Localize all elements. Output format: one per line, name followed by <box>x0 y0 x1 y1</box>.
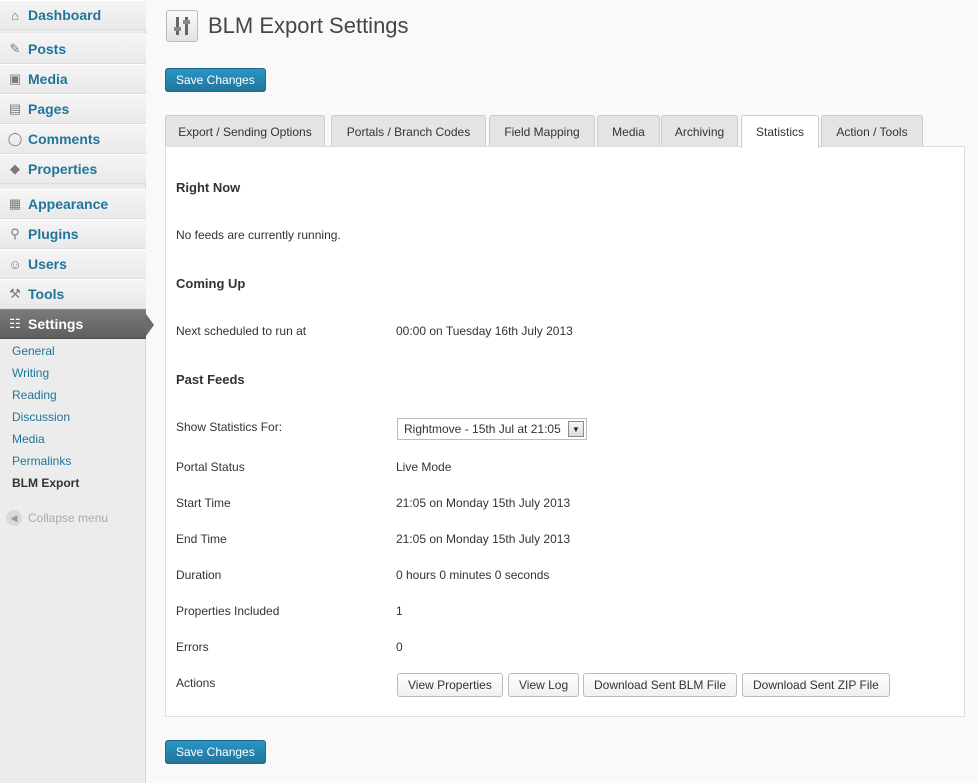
actions-label: Actions <box>176 676 216 690</box>
page-title: BLM Export Settings <box>208 13 409 38</box>
duration-label: Duration <box>176 568 222 582</box>
menu-tools[interactable]: ⚒ Tools <box>0 279 146 309</box>
errors-label: Errors <box>176 640 209 654</box>
menu-label: Comments <box>28 131 101 147</box>
properties-icon: ◆ <box>10 161 20 176</box>
properties-included-value: 1 <box>396 604 403 618</box>
menu-posts[interactable]: ✎ Posts <box>0 34 146 64</box>
tab-statistics[interactable]: Statistics <box>741 115 819 148</box>
tab-archiving[interactable]: Archiving <box>661 115 738 147</box>
statistics-panel: Right Now No feeds are currently running… <box>165 146 965 717</box>
menu-label: Settings <box>28 316 84 332</box>
submenu-discussion[interactable]: Discussion <box>0 406 146 428</box>
submenu-media[interactable]: Media <box>0 428 146 450</box>
main-content: BLM Export Settings Save Changes Export … <box>146 0 977 783</box>
tools-icon: ⚒ <box>9 286 21 301</box>
menu-dashboard[interactable]: ⌂ Dashboard <box>0 0 146 30</box>
submenu-blm-export[interactable]: BLM Export <box>0 472 146 494</box>
download-blm-file-button[interactable]: Download Sent BLM File <box>583 673 738 697</box>
right-now-heading: Right Now <box>176 180 241 195</box>
statistics-feed-select[interactable]: Rightmove - 15th Jul at 21:05 ▼ <box>397 418 587 440</box>
menu-users[interactable]: ☺ Users <box>0 249 146 279</box>
pages-icon: ▤ <box>8 101 22 116</box>
pin-icon: ✎ <box>9 41 21 56</box>
menu-label: Media <box>28 71 68 87</box>
collapse-arrow-icon: ◀ <box>6 510 22 526</box>
menu-label: Dashboard <box>28 7 102 23</box>
comment-icon: ◯ <box>7 131 23 146</box>
view-log-button[interactable]: View Log <box>508 673 580 697</box>
past-feeds-heading: Past Feeds <box>176 372 245 387</box>
download-zip-file-button[interactable]: Download Sent ZIP File <box>742 673 890 697</box>
save-changes-button-bottom[interactable]: Save Changes <box>165 740 266 764</box>
menu-pages[interactable]: ▤ Pages <box>0 94 146 124</box>
menu-label: Users <box>28 256 67 272</box>
errors-value: 0 <box>396 640 403 654</box>
settings-icon: ☷ <box>9 316 21 331</box>
submenu-permalinks[interactable]: Permalinks <box>0 450 146 472</box>
start-time-value: 21:05 on Monday 15th July 2013 <box>396 496 571 510</box>
portal-status-value: Live Mode <box>396 460 452 474</box>
save-changes-button-top[interactable]: Save Changes <box>165 68 266 92</box>
tab-media[interactable]: Media <box>597 115 660 147</box>
tab-action-tools[interactable]: Action / Tools <box>821 115 923 147</box>
next-scheduled-value: 00:00 on Tuesday 16th July 2013 <box>396 324 573 338</box>
chevron-down-icon: ▼ <box>568 421 584 437</box>
collapse-menu-label: Collapse menu <box>28 511 109 525</box>
menu-label: Pages <box>28 101 70 117</box>
plugin-icon: ⚲ <box>10 226 20 241</box>
appearance-icon: ▦ <box>8 196 22 211</box>
tab-field-mapping[interactable]: Field Mapping <box>489 115 595 147</box>
users-icon: ☺ <box>8 256 22 272</box>
collapse-menu-button[interactable]: ◀ Collapse menu <box>6 510 108 526</box>
menu-appearance[interactable]: ▦ Appearance <box>0 189 146 219</box>
view-properties-button[interactable]: View Properties <box>397 673 503 697</box>
properties-included-label: Properties Included <box>176 604 280 618</box>
menu-comments[interactable]: ◯ Comments <box>0 124 146 154</box>
menu-label: Appearance <box>28 196 109 212</box>
next-scheduled-label: Next scheduled to run at <box>176 324 307 338</box>
admin-sidebar: ⌂ Dashboard ✎ Posts ▣ Media ▤ Pages ◯ Co… <box>0 0 154 783</box>
end-time-value: 21:05 on Monday 15th July 2013 <box>396 532 571 546</box>
settings-sliders-icon <box>166 10 198 42</box>
coming-up-heading: Coming Up <box>176 276 246 291</box>
menu-plugins[interactable]: ⚲ Plugins <box>0 219 146 249</box>
menu-settings[interactable]: ☷ Settings <box>0 309 154 339</box>
submenu-general[interactable]: General <box>0 340 146 362</box>
menu-label: Posts <box>28 41 67 57</box>
right-now-text: No feeds are currently running. <box>176 228 341 242</box>
page-header: BLM Export Settings <box>166 10 409 42</box>
menu-media[interactable]: ▣ Media <box>0 64 146 94</box>
show-statistics-for-label: Show Statistics For: <box>176 420 283 434</box>
media-icon: ▣ <box>8 71 22 86</box>
menu-label: Tools <box>28 286 65 302</box>
start-time-label: Start Time <box>176 496 231 510</box>
menu-label: Properties <box>28 161 98 177</box>
dashboard-icon: ⌂ <box>11 7 19 23</box>
tab-export-sending-options[interactable]: Export / Sending Options <box>165 115 325 147</box>
end-time-label: End Time <box>176 532 227 546</box>
menu-label: Plugins <box>28 226 79 242</box>
tab-portals-branch-codes[interactable]: Portals / Branch Codes <box>331 115 486 147</box>
duration-value: 0 hours 0 minutes 0 seconds <box>396 568 550 582</box>
submenu-reading[interactable]: Reading <box>0 384 146 406</box>
settings-submenu: General Writing Reading Discussion Media… <box>0 340 146 494</box>
submenu-writing[interactable]: Writing <box>0 362 146 384</box>
selected-feed-value: Rightmove - 15th Jul at 21:05 <box>404 422 561 436</box>
portal-status-label: Portal Status <box>176 460 245 474</box>
menu-properties[interactable]: ◆ Properties <box>0 154 146 184</box>
